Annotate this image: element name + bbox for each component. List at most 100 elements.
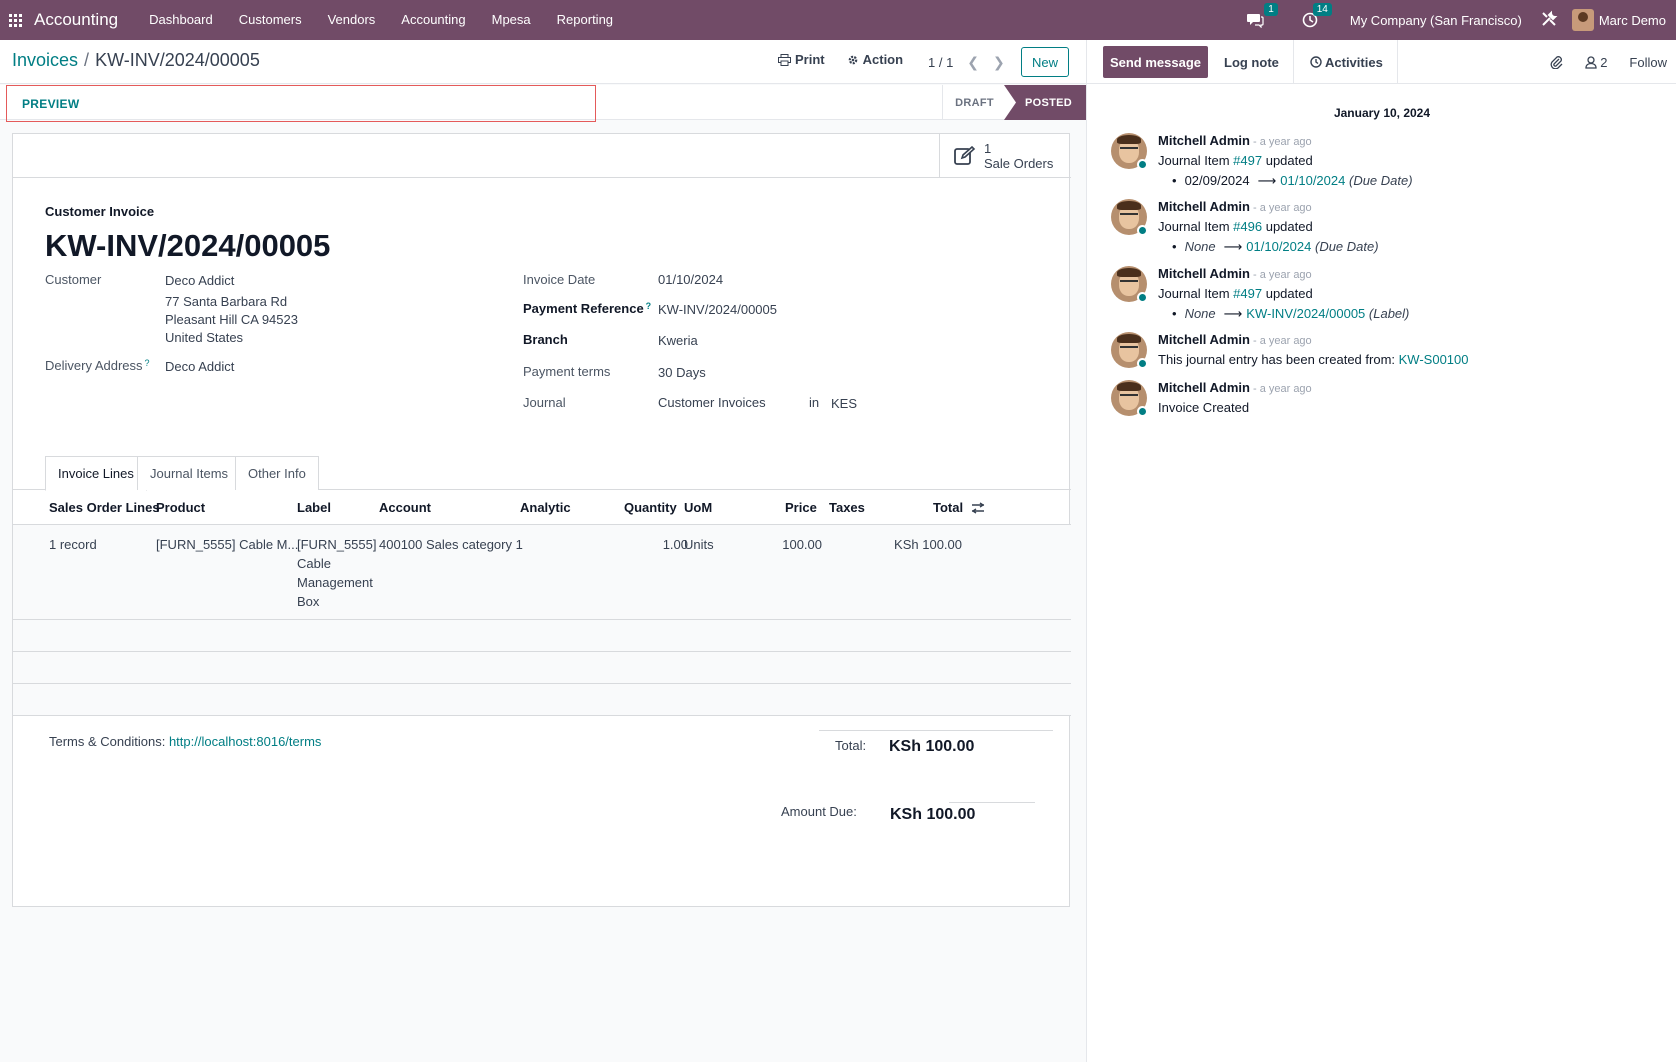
tab-other-info[interactable]: Other Info <box>235 456 319 490</box>
menu-mpesa[interactable]: Mpesa <box>479 0 544 40</box>
stage-posted[interactable]: POSTED <box>1004 85 1086 120</box>
new-button[interactable]: New <box>1021 47 1069 77</box>
payment-terms-field[interactable]: 30 Days <box>658 365 706 380</box>
payment-reference-field[interactable]: KW-INV/2024/00005 <box>658 302 777 317</box>
optional-columns-icon[interactable] <box>971 490 985 525</box>
cell-label[interactable]: [FURN_5555] Cable Management Box <box>297 535 376 611</box>
send-message-button[interactable]: Send message <box>1103 46 1208 78</box>
clock-icon <box>1310 56 1322 68</box>
user-menu[interactable]: Marc Demo <box>1571 9 1666 31</box>
invoice-date-field[interactable]: 01/10/2024 <box>658 272 723 287</box>
col-quantity[interactable]: Quantity <box>624 490 677 525</box>
amount-due-divider <box>949 802 1035 803</box>
journal-item-link[interactable]: #497 <box>1233 153 1262 168</box>
col-analytic[interactable]: Analytic <box>520 490 571 525</box>
invoice-type: Customer Invoice <box>45 204 155 219</box>
menu-accounting[interactable]: Accounting <box>388 0 478 40</box>
col-taxes[interactable]: Taxes <box>829 490 865 525</box>
pager-value[interactable]: 1 / 1 <box>928 55 953 70</box>
button-box: 1 Sale Orders <box>13 134 1071 178</box>
col-total[interactable]: Total <box>933 490 963 525</box>
col-price[interactable]: Price <box>785 490 817 525</box>
cell-total[interactable]: KSh 100.00 <box>873 535 962 554</box>
pager-previous-icon[interactable]: ❮ <box>967 54 979 71</box>
follow-button[interactable]: Follow <box>1629 55 1667 70</box>
customer-label: Customer <box>45 272 102 287</box>
message-author[interactable]: Mitchell Admin <box>1158 266 1250 281</box>
menu-vendors[interactable]: Vendors <box>315 0 389 40</box>
message-author[interactable]: Mitchell Admin <box>1158 380 1250 395</box>
message-time: - a year ago <box>1252 269 1312 281</box>
stage-draft[interactable]: DRAFT <box>942 85 1006 120</box>
help-tooltip-icon[interactable]: ? <box>646 301 652 311</box>
cell-price[interactable]: 100.00 <box>753 535 822 554</box>
message-author[interactable]: Mitchell Admin <box>1158 133 1250 148</box>
terms-label: Terms & Conditions: <box>49 734 166 749</box>
table-row[interactable]: 1 record [FURN_5555] Cable M... [FURN_55… <box>13 525 1071 620</box>
attachment-button[interactable] <box>1549 55 1563 69</box>
menu-dashboard[interactable]: Dashboard <box>136 0 226 40</box>
cell-account[interactable]: 400100 Sales category 1 <box>379 535 523 554</box>
menu-customers[interactable]: Customers <box>226 0 315 40</box>
tab-invoice-lines[interactable]: Invoice Lines <box>45 456 147 491</box>
print-button[interactable]: Print <box>778 52 825 67</box>
activities-button[interactable]: Activities <box>1310 40 1383 84</box>
invoice-date-label: Invoice Date <box>523 272 596 287</box>
journal-item-link[interactable]: #496 <box>1233 219 1262 234</box>
journal-label: Journal <box>523 395 566 410</box>
col-account[interactable]: Account <box>379 490 431 525</box>
col-product[interactable]: Product <box>156 490 205 525</box>
delivery-address-label: Delivery Address? <box>45 358 150 373</box>
total-amount: KSh 100.00 <box>889 738 975 755</box>
col-sales-order-lines[interactable]: Sales Order Lines <box>49 490 160 525</box>
app-brand[interactable]: Accounting <box>34 10 118 30</box>
user-avatar <box>1571 9 1594 31</box>
breadcrumb: Invoices / KW-INV/2024/00005 <box>12 50 260 71</box>
action-button[interactable]: Action <box>847 52 903 67</box>
activities-count-badge: 14 <box>1312 3 1332 16</box>
delivery-address-field[interactable]: Deco Addict <box>165 359 234 374</box>
journal-field[interactable]: Customer Invoices <box>658 395 766 410</box>
company-switcher[interactable]: My Company (San Francisco) <box>1350 13 1522 28</box>
branch-field[interactable]: Kweria <box>658 333 698 348</box>
help-tooltip-icon[interactable]: ? <box>145 358 150 368</box>
cell-product[interactable]: [FURN_5555] Cable M... <box>156 535 298 554</box>
menu-reporting[interactable]: Reporting <box>544 0 626 40</box>
currency-field[interactable]: KES <box>831 396 857 411</box>
tab-journal-items[interactable]: Journal Items <box>137 456 242 490</box>
print-label: Print <box>795 52 825 67</box>
sale-order-link[interactable]: KW-S00100 <box>1399 352 1469 367</box>
status-bar: PREVIEW DRAFT POSTED <box>0 85 1086 122</box>
log-note-button[interactable]: Log note <box>1224 40 1279 84</box>
apps-menu-icon[interactable] <box>0 0 30 40</box>
message-body: Invoice Created <box>1158 400 1250 415</box>
pager-next-icon[interactable]: ❯ <box>993 54 1005 71</box>
message-author[interactable]: Mitchell Admin <box>1158 199 1250 214</box>
chatter-topbar: Send message Log note Activities 2 Follo… <box>1087 40 1676 84</box>
tracking-change: • None ⟶ KW-INV/2024/00005 (Label) <box>1172 306 1410 321</box>
breadcrumb-invoices[interactable]: Invoices <box>12 50 78 70</box>
debug-tools-icon[interactable] <box>1540 10 1558 31</box>
sale-orders-smart-button[interactable]: 1 Sale Orders <box>939 134 1071 178</box>
customer-field[interactable]: Deco Addict <box>165 273 234 288</box>
chatter-panel: Send message Log note Activities 2 Follo… <box>1086 40 1676 1062</box>
online-status-dot <box>1137 225 1148 236</box>
preview-button[interactable]: PREVIEW <box>6 85 596 122</box>
activities-button[interactable]: 14 <box>1302 3 1332 28</box>
message-author[interactable]: Mitchell Admin <box>1158 332 1250 347</box>
terms-link[interactable]: http://localhost:8016/terms <box>169 734 321 749</box>
followers-button[interactable]: 2 <box>1585 55 1607 70</box>
messaging-button[interactable]: 1 <box>1246 3 1278 28</box>
invoice-number: KW-INV/2024/00005 <box>45 228 331 263</box>
cell-so-lines[interactable]: 1 record <box>49 535 97 554</box>
col-uom[interactable]: UoM <box>684 490 712 525</box>
col-label[interactable]: Label <box>297 490 331 525</box>
chatter-message: Mitchell Admin - a year ago Journal Item … <box>1099 199 1659 259</box>
cell-uom[interactable]: Units <box>684 535 714 554</box>
journal-item-link[interactable]: #497 <box>1233 286 1262 301</box>
tracking-change: • 02/09/2024 ⟶ 01/10/2024 (Due Date) <box>1172 173 1413 188</box>
branch-label: Branch <box>523 332 568 347</box>
cell-quantity[interactable]: 1.00 <box>643 535 688 554</box>
message-time: - a year ago <box>1252 202 1312 214</box>
customer-address-line-3: United States <box>165 330 244 345</box>
